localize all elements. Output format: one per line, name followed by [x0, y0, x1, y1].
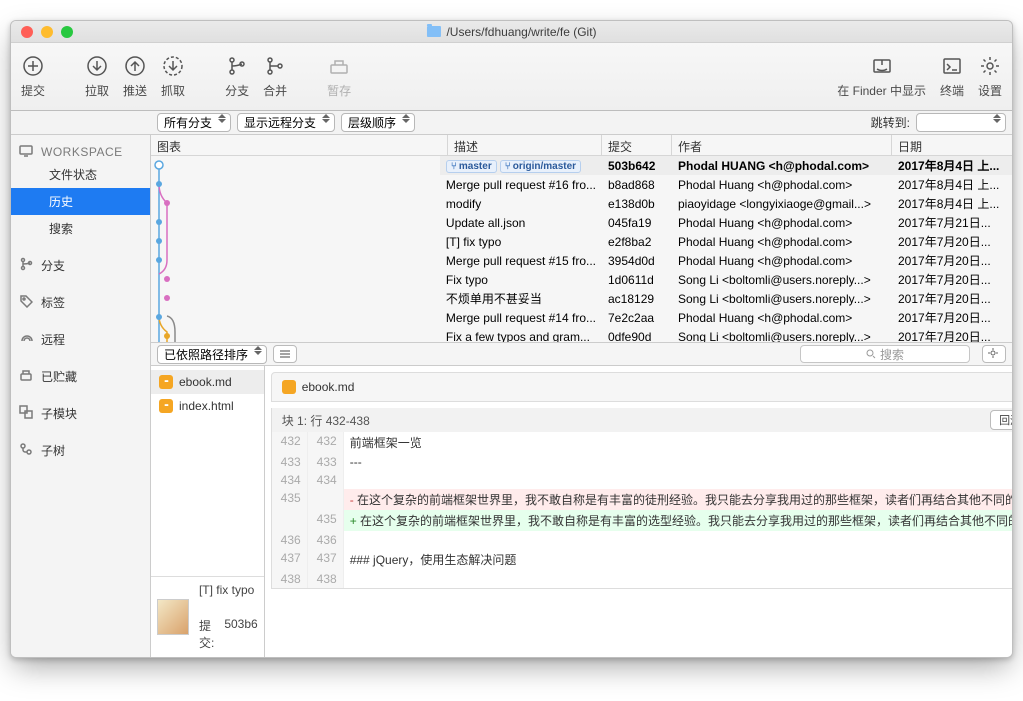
sidebar-item-branches[interactable]: 分支 — [11, 252, 150, 279]
commit-row[interactable]: masterorigin/master503b642Phodal HUANG <… — [440, 156, 1012, 175]
commit-graph — [151, 156, 440, 342]
commit-row[interactable]: Update all.json045fa19Phodal Huang <h@ph… — [440, 213, 1012, 232]
sidebar-item-history[interactable]: 历史 — [11, 188, 150, 215]
merge-button[interactable]: 合并 — [263, 54, 287, 99]
pull-icon — [85, 54, 109, 78]
sidebar-item-search[interactable]: 搜索 — [11, 215, 150, 242]
commit-icon — [21, 54, 45, 78]
list-view-button[interactable] — [273, 345, 297, 363]
commit-row[interactable]: Fix typo1d0611dSong Li <boltomli@users.n… — [440, 270, 1012, 289]
file-sort-bar: 已依照路径排序 搜索 — [151, 342, 1012, 366]
minimize-window[interactable] — [41, 26, 53, 38]
diff-content[interactable]: 432432前端框架一览433433---434434435在这个复杂的前端框架… — [271, 432, 1012, 589]
file-sort-select[interactable]: 已依照路径排序 — [157, 345, 267, 364]
hunk-label: 块 1: 行 432-438 — [282, 412, 370, 429]
commit-label: 提交: — [199, 617, 218, 651]
diff-filename: ebook.md — [302, 380, 355, 394]
sidebar: WORKSPACE 文件状态 历史 搜索 分支 标签 远程 — [11, 135, 151, 657]
modified-icon — [159, 375, 173, 389]
changed-file-list: ebook.md index.html [T] fix typo 提交: 503… — [151, 366, 265, 657]
file-search-input[interactable]: 搜索 — [800, 345, 970, 363]
branch-button[interactable]: 分支 — [225, 54, 249, 99]
close-window[interactable] — [21, 26, 33, 38]
push-button[interactable]: 推送 — [123, 54, 147, 99]
terminal-button[interactable]: 终端 — [940, 54, 964, 99]
commit-button[interactable]: 提交 — [21, 54, 45, 99]
file-item-index[interactable]: index.html — [151, 394, 264, 418]
order-select[interactable]: 层级顺序 — [341, 113, 415, 132]
sidebar-item-submodules[interactable]: 子模块 — [11, 400, 150, 427]
titlebar: /Users/fdhuang/write/fe (Git) — [11, 21, 1012, 43]
sidebar-item-remotes[interactable]: 远程 — [11, 326, 150, 353]
jump-to-select[interactable] — [916, 113, 1006, 132]
sidebar-item-stashes[interactable]: 已贮藏 — [11, 363, 150, 390]
col-author[interactable]: 作者 — [672, 135, 892, 155]
sidebar-item-tags[interactable]: 标签 — [11, 289, 150, 316]
commit-hash: 503b6 — [224, 617, 257, 651]
branch-filter-select[interactable]: 所有分支 — [157, 113, 231, 132]
settings-button[interactable]: 设置 — [978, 54, 1002, 99]
jump-to-label: 跳转到: — [871, 114, 910, 131]
branch-icon — [225, 54, 249, 78]
col-graph[interactable]: 图表 — [151, 135, 448, 155]
diff-panel: ebook.md ••• 块 1: 行 432-438 回滚区块 432432前… — [265, 366, 1012, 657]
fetch-button[interactable]: 抓取 — [161, 54, 185, 99]
fetch-icon — [161, 54, 185, 78]
hunk-header: 块 1: 行 432-438 回滚区块 — [271, 408, 1012, 432]
stash-icon — [327, 54, 351, 78]
gear-icon — [988, 348, 1000, 360]
commit-row[interactable]: 不烦单用不甚妥当ac18129Song Li <boltomli@users.n… — [440, 289, 1012, 308]
folder-icon — [426, 26, 440, 37]
toolbar: 提交 拉取 推送 抓取 分支 — [11, 43, 1012, 111]
file-item-ebook[interactable]: ebook.md — [151, 370, 264, 394]
col-desc[interactable]: 描述 — [448, 135, 602, 155]
sidebar-item-file-status[interactable]: 文件状态 — [11, 161, 150, 188]
pull-button[interactable]: 拉取 — [85, 54, 109, 99]
push-icon — [123, 54, 147, 78]
commit-row[interactable]: Merge pull request #15 fro...3954d0dPhod… — [440, 251, 1012, 270]
sidebar-heading-workspace: WORKSPACE — [11, 139, 150, 161]
revert-hunk-button[interactable]: 回滚区块 — [990, 410, 1012, 430]
commit-list[interactable]: masterorigin/master503b642Phodal HUANG <… — [151, 156, 1012, 342]
commit-title: [T] fix typo — [199, 583, 258, 597]
modified-icon — [159, 399, 173, 413]
commit-row[interactable]: [T] fix typoe2f8ba2Phodal Huang <h@phoda… — [440, 232, 1012, 251]
search-icon — [866, 349, 876, 359]
finder-icon — [870, 54, 894, 78]
diff-options-button[interactable] — [982, 345, 1006, 363]
diff-file-header: ebook.md ••• — [271, 372, 1012, 402]
stash-button[interactable]: 暂存 — [327, 54, 351, 99]
commit-row[interactable]: modifye138d0bpiaoyidage <longyixiaoge@gm… — [440, 194, 1012, 213]
show-in-finder-button[interactable]: 在 Finder 中显示 — [837, 54, 926, 99]
gear-icon — [978, 54, 1002, 78]
commit-row[interactable]: Fix a few typos and gram...0dfe90dSong L… — [440, 327, 1012, 342]
col-hash[interactable]: 提交 — [602, 135, 672, 155]
avatar — [157, 599, 189, 635]
remote-branch-select[interactable]: 显示远程分支 — [237, 113, 335, 132]
sidebar-item-subtrees[interactable]: 子树 — [11, 437, 150, 464]
commit-meta: [T] fix typo 提交: 503b6 — [151, 576, 264, 657]
zoom-window[interactable] — [61, 26, 73, 38]
window-title: /Users/fdhuang/write/fe (Git) — [426, 25, 596, 39]
col-date[interactable]: 日期 — [892, 135, 1012, 155]
filter-bar: 所有分支 显示远程分支 层级顺序 跳转到: — [11, 111, 1012, 135]
modified-icon — [282, 380, 296, 394]
commit-row[interactable]: Merge pull request #14 fro...7e2c2aaPhod… — [440, 308, 1012, 327]
commit-list-header: 图表 描述 提交 作者 日期 — [151, 135, 1012, 156]
terminal-icon — [940, 54, 964, 78]
commit-row[interactable]: Merge pull request #16 fro...b8ad868Phod… — [440, 175, 1012, 194]
merge-icon — [263, 54, 287, 78]
